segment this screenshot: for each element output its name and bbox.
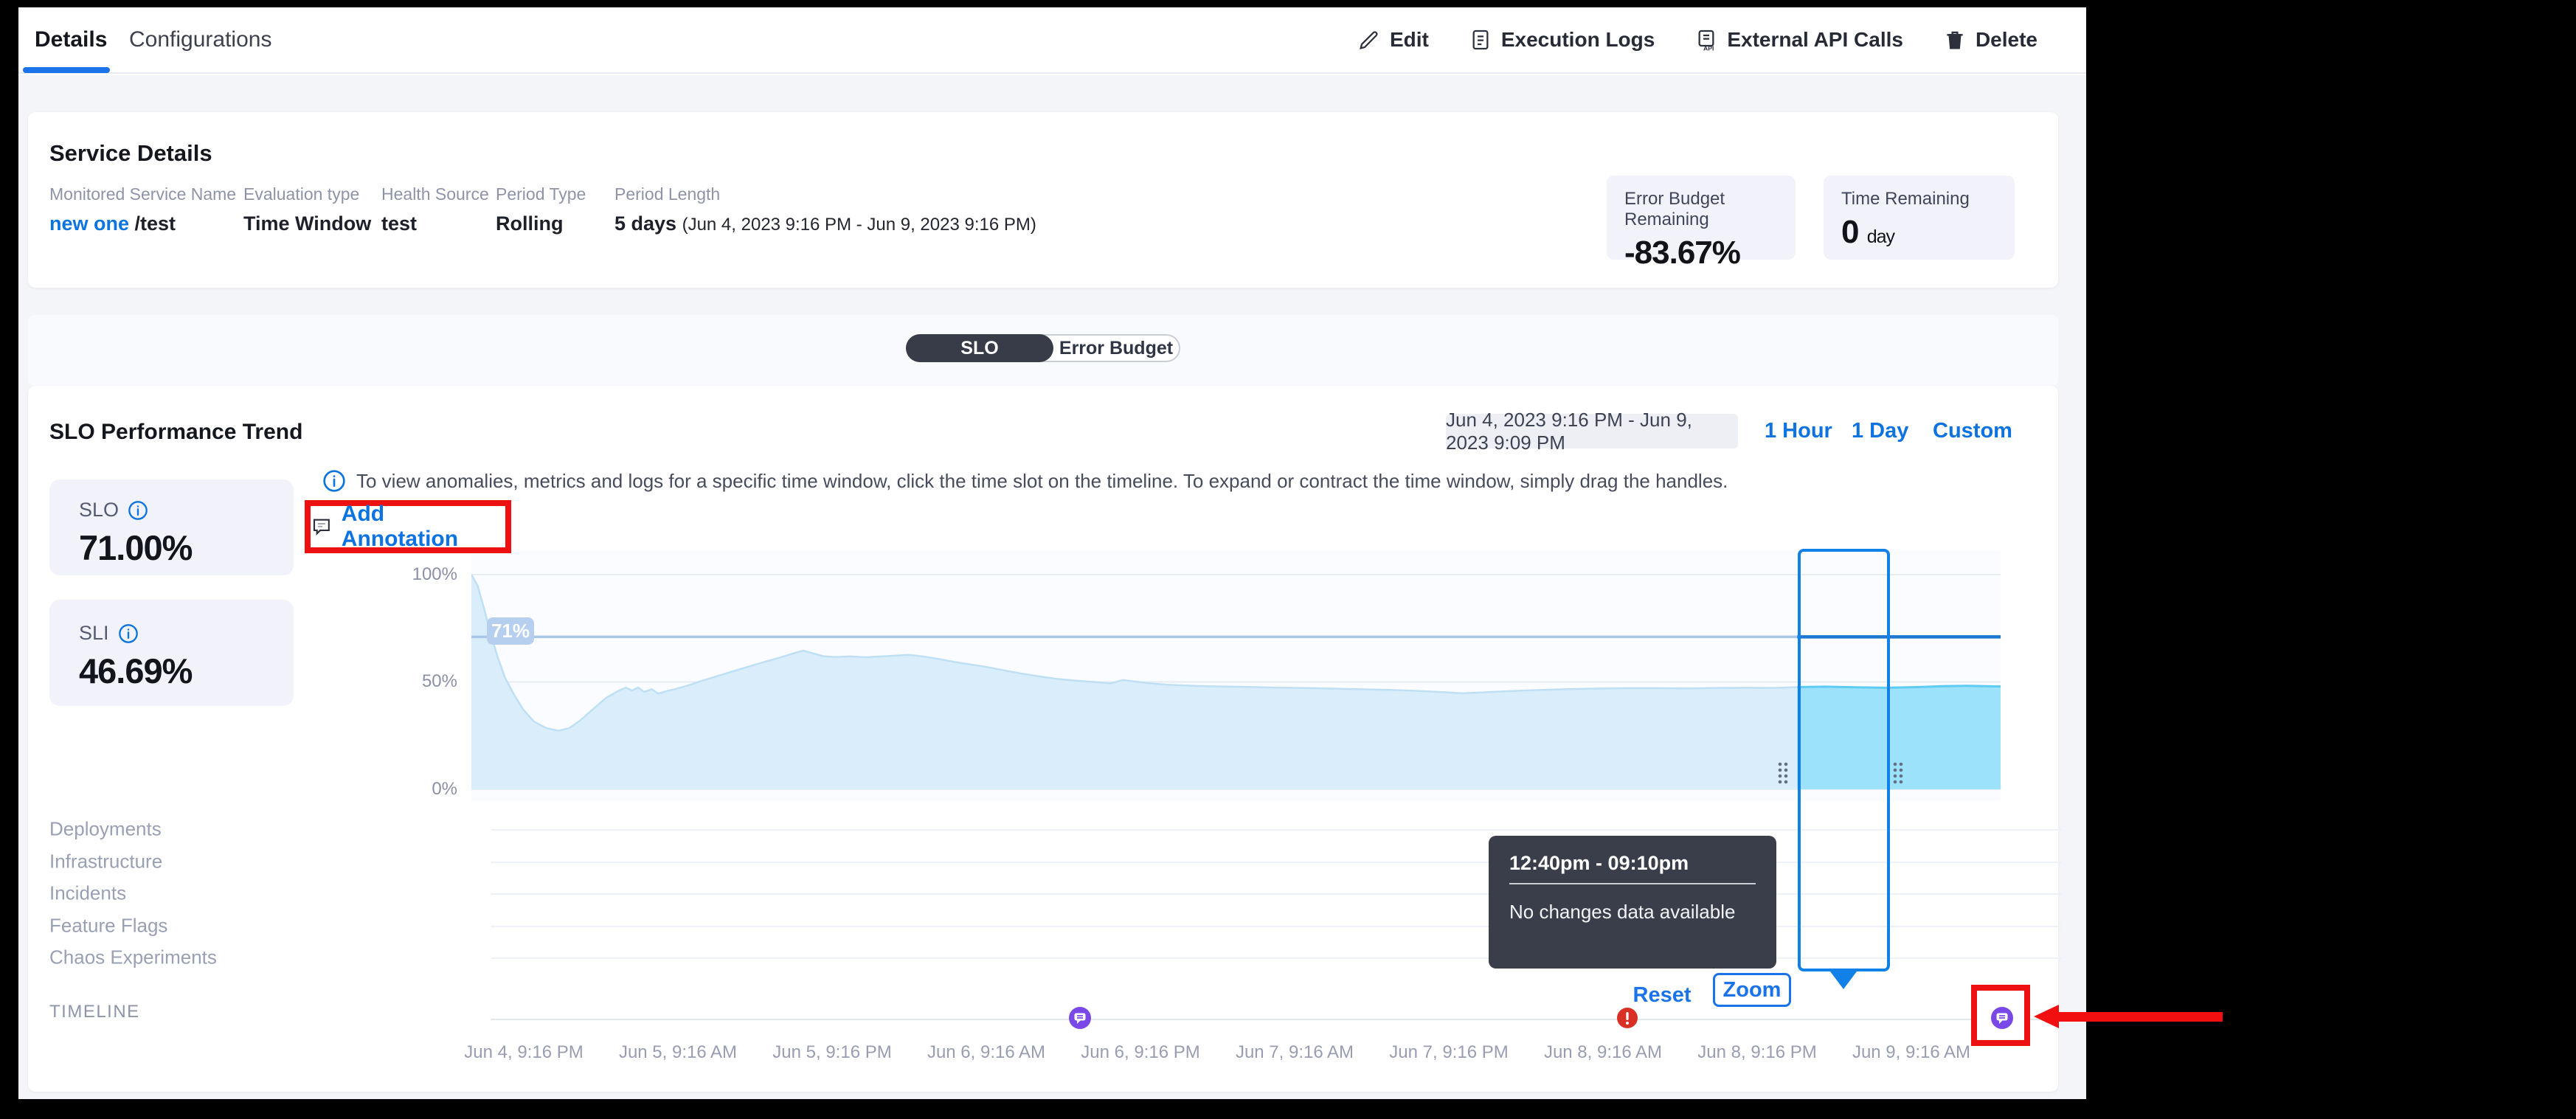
xtick: Jun 5, 9:16 AM (612, 1042, 744, 1063)
pencil-icon (1357, 28, 1381, 52)
selection-pointer (1830, 971, 1857, 989)
external-api-calls-button[interactable]: API External API Calls (1694, 28, 1903, 52)
xtick: Jun 9, 9:16 AM (1845, 1042, 1978, 1063)
info-icon[interactable] (118, 623, 139, 644)
xtick: Jun 7, 9:16 AM (1228, 1042, 1361, 1063)
execution-logs-button[interactable]: Execution Logs (1469, 28, 1655, 52)
date-range-display[interactable]: Jun 4, 2023 9:16 PM - Jun 9, 2023 9:09 P… (1446, 414, 1738, 448)
timeline-info-banner: To view anomalies, metrics and logs for … (322, 469, 1728, 493)
info-icon[interactable] (128, 500, 148, 521)
monitored-service-link[interactable]: new one (49, 212, 129, 235)
api-document-icon: API (1694, 28, 1718, 52)
error-budget-remaining-box: Error Budget Remaining -83.67% (1607, 176, 1796, 260)
row-label-feature-flags: Feature Flags (49, 915, 167, 938)
xtick: Jun 6, 9:16 AM (920, 1042, 1053, 1063)
ytick-0: 0% (375, 779, 457, 800)
slo-trend-chart[interactable] (471, 550, 2001, 801)
slo-stat-card: SLO 71.00% (49, 479, 294, 575)
timeline-axis[interactable] (491, 1019, 2062, 1020)
tab-details[interactable]: Details (35, 7, 107, 72)
toggle-slo[interactable]: SLO (906, 334, 1053, 362)
annotation-marker-icon[interactable] (1990, 1006, 2014, 1030)
delete-button[interactable]: Delete (1943, 28, 2037, 52)
selection-left-handle[interactable] (1777, 761, 1789, 786)
time-remaining-box: Time Remaining 0 day (1824, 176, 2015, 260)
view-toggle-panel: SLO Error Budget (28, 315, 2058, 386)
field-monitored-service: Monitored Service Name new one /test (49, 184, 236, 235)
zoom-button[interactable]: Zoom (1713, 973, 1791, 1007)
xtick: Jun 7, 9:16 PM (1382, 1042, 1515, 1063)
timeline-label: TIMELINE (49, 1002, 140, 1022)
header-actions: Edit Execution Logs API External API Cal… (1357, 7, 2037, 72)
service-details-title: Service Details (49, 140, 212, 167)
add-annotation-highlight-box: Add Annotation (305, 500, 511, 553)
reset-button[interactable]: Reset (1614, 983, 1710, 1008)
toggle-error-budget[interactable]: Error Budget (1053, 336, 1179, 361)
sli-value: 46.69% (79, 651, 294, 691)
error-marker-icon[interactable] (1616, 1006, 1639, 1030)
active-tab-underline (23, 67, 110, 73)
info-icon[interactable] (322, 469, 346, 493)
red-arrow-shaft (2057, 1012, 2223, 1022)
annotation-marker-icon[interactable] (1068, 1006, 1092, 1030)
red-arrow-icon (2034, 1005, 2059, 1028)
ytick-50: 50% (375, 671, 457, 692)
slo-errorbudget-toggle: SLO Error Budget (906, 334, 1180, 362)
range-custom[interactable]: Custom (1933, 414, 2012, 448)
trash-icon (1943, 28, 1967, 52)
row-label-infrastructure: Infrastructure (49, 850, 162, 873)
field-evaluation-type: Evaluation type Time Window (243, 184, 371, 235)
row-label-incidents: Incidents (49, 882, 126, 905)
app-window: Details Configurations Edit Execution Lo… (18, 7, 2086, 1099)
time-window-selection[interactable] (1798, 549, 1890, 971)
add-annotation-button[interactable]: Add Annotation (342, 502, 505, 552)
svg-text:API: API (1703, 45, 1714, 52)
xtick: Jun 5, 9:16 PM (766, 1042, 899, 1063)
edit-button[interactable]: Edit (1357, 28, 1429, 52)
sli-stat-card: SLI 46.69% (49, 600, 294, 706)
selection-right-handle[interactable] (1892, 761, 1904, 786)
service-details-card: Service Details Monitored Service Name n… (28, 112, 2058, 288)
row-label-deployments: Deployments (49, 818, 162, 841)
range-1-hour[interactable]: 1 Hour (1765, 414, 1832, 448)
tab-bar: Details Configurations Edit Execution Lo… (18, 7, 2086, 74)
timeslot-tooltip: 12:40pm - 09:10pm No changes data availa… (1489, 836, 1776, 969)
xtick: Jun 8, 9:16 PM (1691, 1042, 1824, 1063)
field-health-source: Health Source test (381, 184, 489, 235)
annotation-bubble-icon (311, 516, 333, 538)
ytick-100: 100% (375, 564, 457, 585)
error-budget-remaining-value: -83.67% (1624, 235, 1778, 271)
slo-target-badge: 71% (487, 617, 534, 645)
slo-value: 71.00% (79, 527, 294, 568)
field-period-type: Period Type Rolling (496, 184, 586, 235)
trend-title: SLO Performance Trend (49, 420, 302, 445)
tab-configurations[interactable]: Configurations (129, 7, 271, 72)
xtick: Jun 4, 9:16 PM (457, 1042, 590, 1063)
document-icon (1469, 28, 1492, 52)
xtick: Jun 6, 9:16 PM (1074, 1042, 1207, 1063)
time-remaining-value: 0 day (1841, 214, 1997, 251)
slo-performance-trend-card: SLO Performance Trend Jun 4, 2023 9:16 P… (28, 386, 2058, 1092)
row-label-chaos-experiments: Chaos Experiments (49, 946, 217, 969)
xtick: Jun 8, 9:16 AM (1537, 1042, 1669, 1063)
field-period-length: Period Length 5 days (Jun 4, 2023 9:16 P… (614, 184, 1036, 235)
range-1-day[interactable]: 1 Day (1852, 414, 1908, 448)
